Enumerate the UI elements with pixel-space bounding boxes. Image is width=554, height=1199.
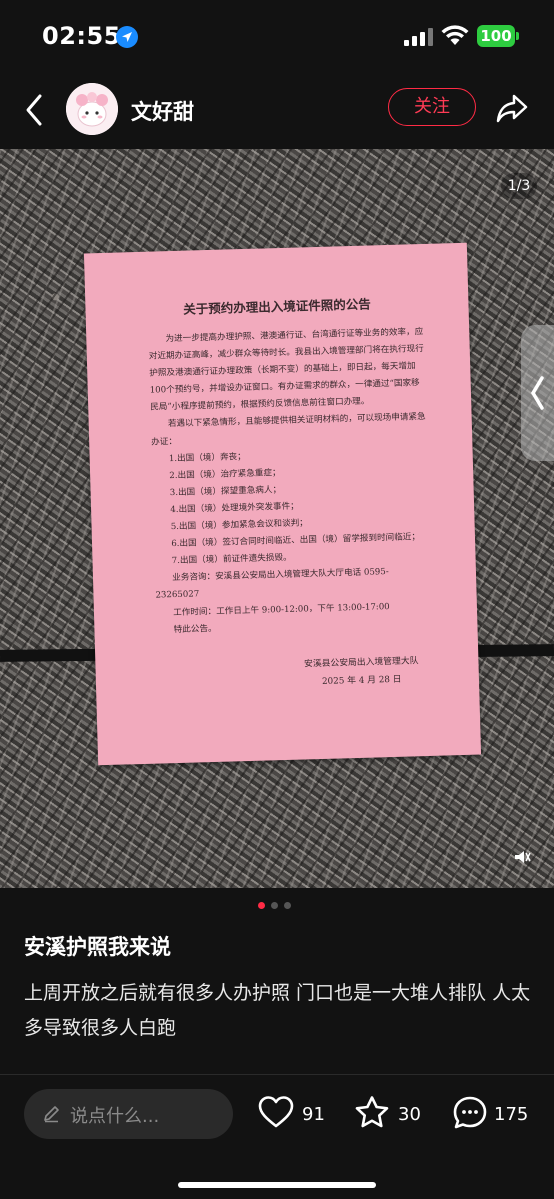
carousel-dot-active xyxy=(258,902,265,909)
star-icon xyxy=(355,1096,389,1128)
carousel-dot xyxy=(271,902,278,909)
notice-signature: 安溪县公安局出入境管理大队 2025 年 4 月 28 日 xyxy=(304,652,419,691)
side-panel-handle[interactable] xyxy=(521,325,554,461)
follow-button[interactable]: 关注 xyxy=(388,88,476,126)
comment-button[interactable]: 175 xyxy=(452,1095,532,1135)
notice-date: 2025 年 4 月 28 日 xyxy=(321,674,402,687)
notice-signer: 安溪县公安局出入境管理大队 xyxy=(303,656,419,670)
comment-count: 175 xyxy=(494,1104,529,1125)
share-icon[interactable] xyxy=(495,92,529,124)
back-arrow-icon[interactable] xyxy=(20,92,50,128)
post-description: 上周开放之后就有很多人办护照 门口也是一大堆人排队 人太多导致很多人白跑 xyxy=(24,982,531,1039)
username[interactable]: 文好甜 xyxy=(131,96,194,126)
post-title: 安溪护照我来说 xyxy=(24,935,171,959)
battery-tip xyxy=(516,32,519,40)
notice-paragraph: 为进一步提高办理护照、港澳通行证、台湾通行证等业务的效率，应对近期办证高峰，减少… xyxy=(148,327,424,414)
notice-title: 关于预约办理出入境证件照的公告 xyxy=(183,296,371,317)
home-indicator[interactable] xyxy=(178,1182,376,1188)
notice-paper: 关于预约办理出入境证件照的公告 为进一步提高办理护照、港澳通行证、台湾通行证等业… xyxy=(83,242,482,766)
location-arrow-icon xyxy=(116,26,138,48)
wifi-icon xyxy=(441,25,469,45)
comment-placeholder: 说点什么... xyxy=(70,1106,160,1127)
post-header: 文好甜 关注 xyxy=(0,74,554,148)
like-count: 91 xyxy=(302,1104,325,1125)
pen-icon xyxy=(44,1106,59,1123)
notice-body: 为进一步提高办理护照、港澳通行证、台湾通行证等业务的效率，应对近期办证高峰，减少… xyxy=(148,324,431,639)
like-button[interactable]: 91 xyxy=(258,1095,328,1135)
sound-icon[interactable] xyxy=(513,849,531,865)
post-image[interactable]: 关于预约办理出入境证件照的公告 为进一步提高办理护照、港澳通行证、台湾通行证等业… xyxy=(0,149,554,888)
status-bar: 02:55 100 xyxy=(0,0,554,74)
battery-icon: 100 xyxy=(477,25,515,47)
comment-bubble-icon xyxy=(453,1096,487,1129)
favorite-count: 30 xyxy=(398,1104,421,1125)
image-counter: 1/3 xyxy=(501,173,537,199)
avatar[interactable] xyxy=(66,83,118,135)
signal-icon xyxy=(404,28,433,46)
comment-input[interactable]: 说点什么... xyxy=(24,1089,233,1139)
divider xyxy=(0,1074,554,1075)
status-time: 02:55 xyxy=(42,22,121,50)
chevron-left-icon xyxy=(530,376,544,410)
heart-icon xyxy=(258,1096,294,1128)
carousel-indicator xyxy=(256,902,296,910)
carousel-dot xyxy=(284,902,291,909)
favorite-button[interactable]: 30 xyxy=(354,1095,424,1135)
